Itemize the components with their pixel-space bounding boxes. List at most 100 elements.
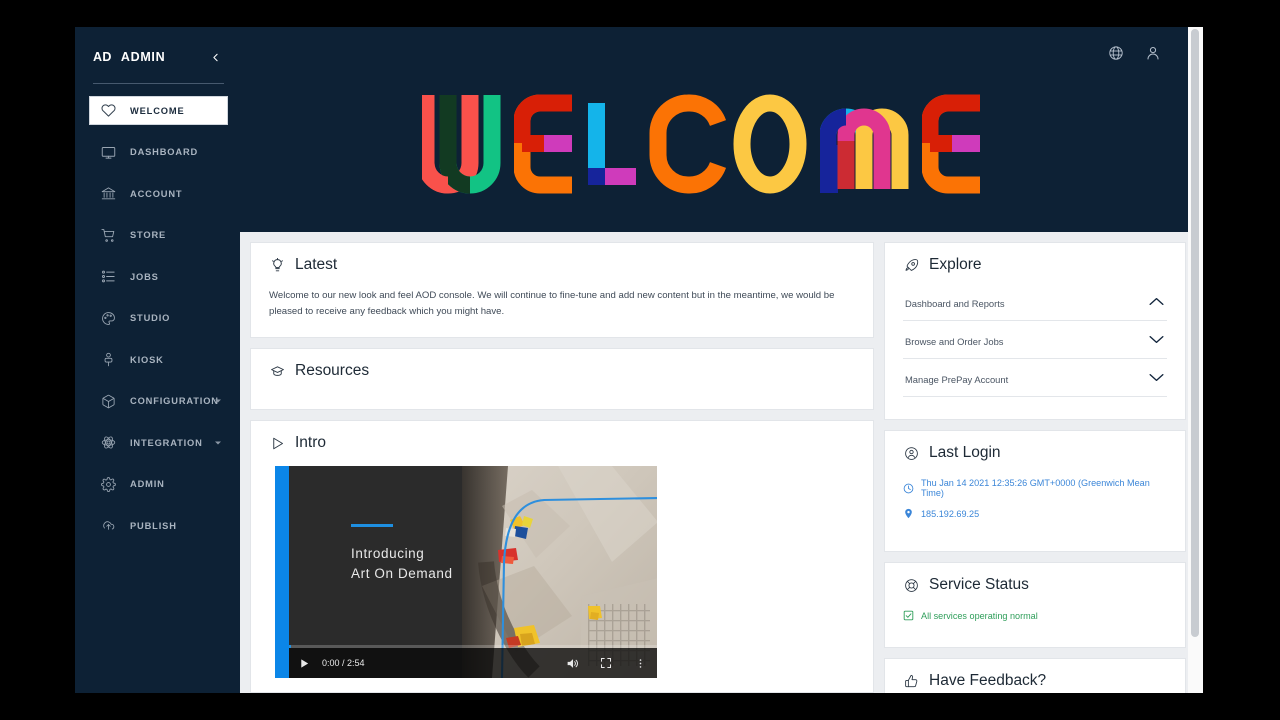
sidebar-item-jobs[interactable]: JOBS	[89, 262, 228, 291]
last-login-card-title: Last Login	[929, 444, 1001, 461]
check-square-icon	[903, 610, 914, 621]
chevron-down-icon[interactable]	[1148, 370, 1165, 388]
intro-card: Intro Introducing Art On Demand 0:00 / 2…	[250, 420, 874, 693]
latest-card-header: Latest	[251, 243, 873, 274]
explore-card-header: Explore	[885, 243, 1185, 274]
chevron-up-icon[interactable]	[1148, 294, 1165, 312]
graduation-cap-icon	[269, 363, 286, 380]
sidebar-item-label: CONFIGURATION	[130, 396, 219, 406]
sidebar-item-label: ACCOUNT	[130, 188, 183, 199]
sidebar-item-label: ADMIN	[130, 479, 165, 489]
resources-card: Resources	[250, 348, 874, 411]
sidebar-item-account[interactable]: ACCOUNT	[89, 179, 228, 208]
latest-card-title: Latest	[295, 256, 338, 273]
sidebar-item-label: STUDIO	[130, 313, 171, 323]
brand-name: ADMIN	[120, 50, 166, 64]
resources-card-header: Resources	[251, 349, 873, 380]
explore-row-label: Browse and Order Jobs	[905, 335, 1004, 347]
last-login-timestamp-row[interactable]: Thu Jan 14 2021 12:35:26 GMT+0000 (Green…	[903, 478, 1167, 498]
explore-card-title: Explore	[929, 256, 982, 273]
last-login-ip-row[interactable]: 185.192.69.25	[903, 508, 1167, 519]
map-pin-icon	[903, 508, 914, 519]
bank-icon	[100, 185, 117, 202]
lightbulb-icon	[269, 257, 286, 274]
explore-row-browse-order-jobs[interactable]: Browse and Order Jobs	[903, 321, 1167, 359]
feedback-card: Have Feedback?	[884, 658, 1186, 693]
dashboard-content: Latest Welcome to our new look and feel …	[240, 232, 1203, 693]
cube-icon	[100, 393, 117, 410]
last-login-card-body: Thu Jan 14 2021 12:35:26 GMT+0000 (Green…	[885, 462, 1185, 551]
latest-card-text: Welcome to our new look and feel AOD con…	[269, 290, 835, 317]
video-controls-bar: 0:00 / 2:54	[289, 648, 657, 679]
hero-banner	[240, 27, 1203, 232]
sidebar-item-studio[interactable]: STUDIO	[89, 304, 228, 333]
sidebar-item-welcome[interactable]: WELCOME	[89, 96, 228, 125]
resources-card-body	[251, 380, 873, 408]
sidebar-item-publish[interactable]: PUBLISH	[89, 511, 228, 540]
user-account-icon[interactable]	[1144, 44, 1161, 61]
list-icon	[100, 268, 117, 285]
explore-card-body: Dashboard and Reports Browse and Order J…	[885, 274, 1185, 419]
left-column: Latest Welcome to our new look and feel …	[250, 242, 874, 693]
play-icon[interactable]	[298, 657, 311, 670]
explore-row-manage-prepay-account[interactable]: Manage PrePay Account	[903, 359, 1167, 397]
chevron-down-icon[interactable]	[1148, 332, 1165, 350]
intro-card-title: Intro	[295, 434, 327, 452]
sidebar-item-admin[interactable]: ADMIN	[89, 470, 228, 499]
play-triangle-icon	[269, 435, 286, 452]
brand-initials: AD	[93, 50, 112, 64]
last-login-ip-address: 185.192.69.25	[921, 508, 980, 519]
rocket-icon	[903, 257, 920, 274]
heart-icon	[100, 102, 117, 119]
service-status-card-body: All services operating normal	[885, 594, 1185, 647]
sidebar-item-label: JOBS	[130, 271, 159, 282]
sidebar-item-label: WELCOME	[130, 105, 185, 116]
chevron-down-icon[interactable]	[215, 441, 221, 444]
application-window: AD ADMIN WELCOME DASHBOARD ACCOUNT STORE…	[75, 27, 1203, 693]
clock-icon	[903, 483, 914, 494]
volume-icon[interactable]	[565, 656, 579, 670]
scrollbar-thumb[interactable]	[1191, 29, 1199, 637]
video-controls-right	[565, 656, 647, 670]
header-icon-group	[1107, 44, 1161, 61]
fullscreen-icon[interactable]	[599, 656, 613, 670]
sidebar-item-label: PUBLISH	[130, 520, 177, 531]
latest-card: Latest Welcome to our new look and feel …	[250, 242, 874, 339]
service-status-row: All services operating normal	[903, 610, 1167, 621]
explore-card: Explore Dashboard and Reports Browse and…	[884, 242, 1186, 420]
sidebar-item-label: KIOSK	[130, 354, 164, 365]
last-login-timestamp: Thu Jan 14 2021 12:35:26 GMT+0000 (Green…	[921, 478, 1150, 498]
explore-row-label: Dashboard and Reports	[905, 297, 1005, 309]
sidebar-brand: AD ADMIN	[75, 41, 240, 73]
sidebar-item-integration[interactable]: INTEGRATION	[89, 428, 228, 457]
welcome-logo	[421, 94, 980, 194]
cloud-upload-icon	[100, 517, 117, 534]
sidebar-item-store[interactable]: STORE	[89, 221, 228, 250]
kiosk-icon	[100, 351, 117, 368]
slide-rule-divider	[351, 524, 393, 528]
cart-icon	[100, 227, 117, 244]
sidebar-item-dashboard[interactable]: DASHBOARD	[89, 138, 228, 167]
chevron-down-icon[interactable]	[215, 399, 221, 403]
service-status-card-header: Service Status	[885, 563, 1185, 594]
vertical-scrollbar[interactable]	[1188, 27, 1203, 693]
latest-card-body: Welcome to our new look and feel AOD con…	[251, 274, 873, 337]
sidebar-item-label: INTEGRATION	[130, 437, 203, 448]
palette-icon	[100, 310, 117, 327]
feedback-card-header[interactable]: Have Feedback?	[885, 659, 1185, 693]
explore-row-label: Manage PrePay Account	[905, 373, 1009, 385]
feedback-card-title: Have Feedback?	[929, 672, 1047, 689]
help-globe-icon[interactable]	[1107, 44, 1124, 61]
more-vertical-icon[interactable]	[633, 656, 647, 670]
sidebar-item-kiosk[interactable]: KIOSK	[89, 345, 228, 374]
thumbs-up-icon	[903, 673, 920, 690]
sidebar-item-configuration[interactable]: CONFIGURATION	[89, 387, 228, 416]
explore-row-dashboard-reports[interactable]: Dashboard and Reports	[903, 283, 1167, 321]
video-slide-title: Introducing Art On Demand	[351, 546, 453, 581]
intro-video-player[interactable]: Introducing Art On Demand 0:00 / 2:54	[275, 466, 657, 679]
atom-icon	[100, 434, 117, 451]
video-time-display: 0:00 / 2:54	[322, 658, 365, 669]
video-accent-bar	[275, 466, 289, 679]
chevron-left-icon[interactable]	[206, 48, 224, 66]
sidebar-item-label: STORE	[130, 230, 167, 240]
